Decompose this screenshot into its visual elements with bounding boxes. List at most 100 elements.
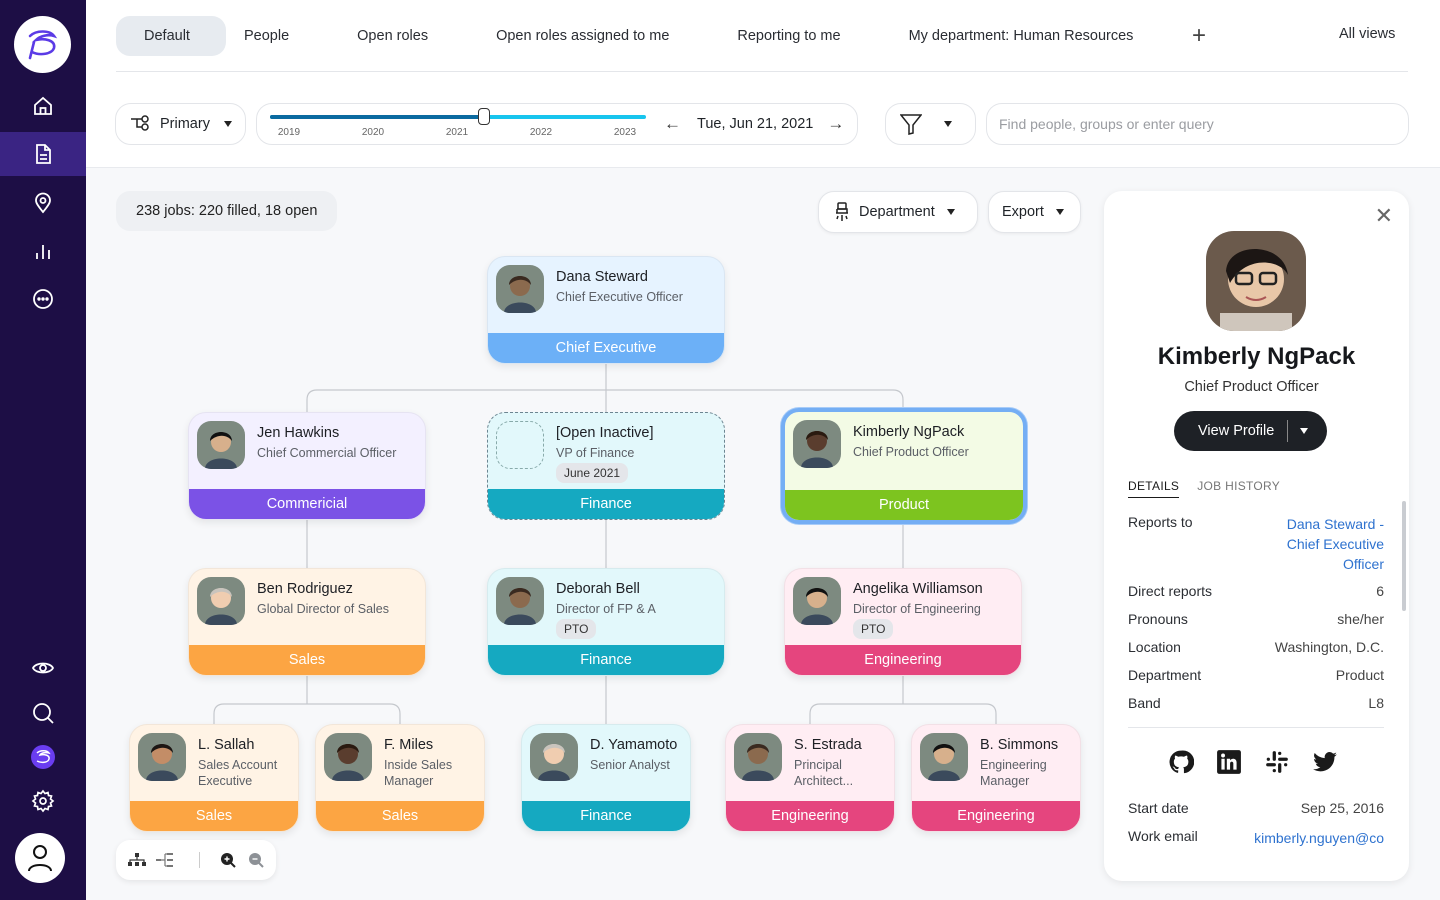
status-badge: PTO <box>556 619 597 639</box>
nav-documents[interactable] <box>0 132 86 176</box>
group-by-dropdown[interactable]: Department <box>818 191 978 233</box>
org-card[interactable]: B. Simmons Engineering Manager Engineering <box>911 724 1081 832</box>
next-date-button[interactable]: → <box>827 114 844 134</box>
person-photo <box>920 733 968 781</box>
user-avatar[interactable] <box>15 833 65 883</box>
tab-people[interactable]: People <box>226 16 323 56</box>
export-dropdown[interactable]: Export <box>988 191 1081 233</box>
close-icon[interactable]: ✕ <box>1375 205 1393 227</box>
all-views-link[interactable]: All views <box>1339 26 1395 42</box>
person-title: Senior Analyst <box>590 758 670 772</box>
tab-job-history[interactable]: JOB HISTORY <box>1197 479 1280 498</box>
detail-department: Department Product <box>1128 667 1384 683</box>
bar-chart-icon <box>36 245 50 259</box>
org-card[interactable]: Deborah Bell Director of FP & A PTO Finance <box>487 568 725 676</box>
twitter-icon[interactable] <box>1312 749 1338 775</box>
nav-locations[interactable] <box>0 181 86 225</box>
org-tree-view-button[interactable] <box>127 850 147 870</box>
org-card[interactable]: L. Sallah Sales Account Executive Sales <box>129 724 299 832</box>
zoom-out-button[interactable] <box>246 850 266 870</box>
department-label: Product <box>785 490 1023 520</box>
year-tick: 2019 <box>277 127 301 138</box>
filter-icon <box>900 114 922 135</box>
reports-to-link[interactable]: Dana Steward - Chief Executive Officer <box>1274 514 1384 574</box>
app-logo[interactable] <box>14 16 71 73</box>
tab-open-roles-assigned[interactable]: Open roles assigned to me <box>462 16 703 56</box>
org-card[interactable]: F. Miles Inside Sales Manager Sales <box>315 724 485 832</box>
tab-reporting-to-me[interactable]: Reporting to me <box>703 16 874 56</box>
department-label: Engineering <box>726 801 894 831</box>
person-name: Ben Rodriguez <box>257 581 353 597</box>
jobs-summary: 238 jobs: 220 filled, 18 open <box>116 191 338 231</box>
nav-app[interactable] <box>0 735 86 779</box>
detail-value: Product <box>1335 667 1384 683</box>
search-input[interactable] <box>999 116 1408 132</box>
search-box[interactable] <box>986 103 1409 145</box>
nav-more[interactable] <box>0 277 86 321</box>
person-photo <box>138 733 186 781</box>
eye-icon <box>31 662 55 674</box>
tab-my-department[interactable]: My department: Human Resources <box>875 16 1168 56</box>
sidebar <box>0 0 86 900</box>
divider <box>116 71 1408 72</box>
person-photo <box>793 577 841 625</box>
add-view-button[interactable]: + <box>1192 22 1206 50</box>
department-label: Commericial <box>189 489 425 519</box>
slack-icon[interactable] <box>1264 749 1290 775</box>
org-card[interactable]: S. Estrada Principal Architect... Engineer… <box>725 724 895 832</box>
date-navigator: ← Tue, Jun 21, 2021 → <box>664 104 844 144</box>
nav-search[interactable] <box>0 691 86 735</box>
org-card[interactable]: Ben Rodriguez Global Director of Sales Sal… <box>188 568 426 676</box>
nav-settings[interactable] <box>0 779 86 823</box>
org-card[interactable]: [Open Inactive] VP of Finance June 2021 Fin… <box>487 412 725 520</box>
detail-start-date: Start date Sep 25, 2016 <box>1128 800 1384 816</box>
home-icon <box>34 96 52 115</box>
lamp-icon <box>836 202 848 221</box>
chevron-down-icon <box>946 209 955 215</box>
profile-tabs: DETAILS JOB HISTORY <box>1128 479 1298 498</box>
org-card[interactable]: D. Yamamoto Senior Analyst Finance <box>521 724 691 832</box>
group-by-label: Department <box>859 204 935 220</box>
view-profile-button[interactable]: View Profile <box>1174 423 1274 439</box>
hierarchy-dropdown[interactable]: Primary <box>115 103 246 145</box>
list-tree-view-button[interactable] <box>155 850 175 870</box>
chevron-down-icon <box>223 121 232 127</box>
org-card[interactable]: Jen Hawkins Chief Commercial Officer Comme… <box>188 412 426 520</box>
person-photo <box>324 733 372 781</box>
zoom-in-button[interactable] <box>218 850 238 870</box>
timeline-thumb[interactable] <box>478 108 491 125</box>
year-tick: 2021 <box>445 127 469 138</box>
tab-default[interactable]: Default <box>116 16 226 56</box>
filter-dropdown[interactable] <box>885 103 976 145</box>
org-tree-icon <box>128 853 146 866</box>
nav-analytics[interactable] <box>0 229 86 273</box>
person-title: Chief Product Officer <box>853 445 969 459</box>
department-label: Engineering <box>785 645 1021 675</box>
person-name: Dana Steward <box>556 269 648 285</box>
status-badge: June 2021 <box>556 463 629 483</box>
profile-name: Kimberly NgPack <box>1157 343 1356 370</box>
prev-date-button[interactable]: ← <box>664 114 681 134</box>
org-card[interactable]: Dana Steward Chief Executive Officer Chief… <box>487 256 725 364</box>
person-name: S. Estrada <box>794 737 862 753</box>
detail-pronouns: Pronouns she/her <box>1128 611 1384 627</box>
person-photo <box>530 733 578 781</box>
linkedin-icon[interactable] <box>1216 749 1242 775</box>
timeline-track[interactable] <box>270 108 646 125</box>
person-title: Principal Architect... <box>794 758 854 788</box>
org-card[interactable]: Angelika Williamson Director of Engineeri… <box>784 568 1022 676</box>
github-icon[interactable] <box>1168 749 1194 775</box>
timeline-slider[interactable]: 2019 2020 2021 2022 2023 ← Tue, Jun 21, … <box>256 103 858 145</box>
profile-panel: ✕ Kimberly NgPack Chief Product Officer … <box>1104 191 1409 881</box>
profile-title: Chief Product Officer <box>1184 379 1319 395</box>
zoom-in-icon <box>221 853 236 868</box>
divider <box>199 852 200 868</box>
panel-scrollbar[interactable] <box>1402 501 1406 611</box>
org-card[interactable]: Kimberly NgPack Chief Product Officer Prod… <box>781 408 1027 524</box>
nav-view[interactable] <box>0 646 86 690</box>
tab-details[interactable]: DETAILS <box>1128 479 1180 498</box>
view-profile-menu-button[interactable] <box>1300 428 1309 434</box>
work-email-link[interactable]: kimberly.nguyen@co <box>1254 828 1384 848</box>
nav-home[interactable] <box>0 84 86 128</box>
tab-open-roles[interactable]: Open roles <box>323 16 462 56</box>
